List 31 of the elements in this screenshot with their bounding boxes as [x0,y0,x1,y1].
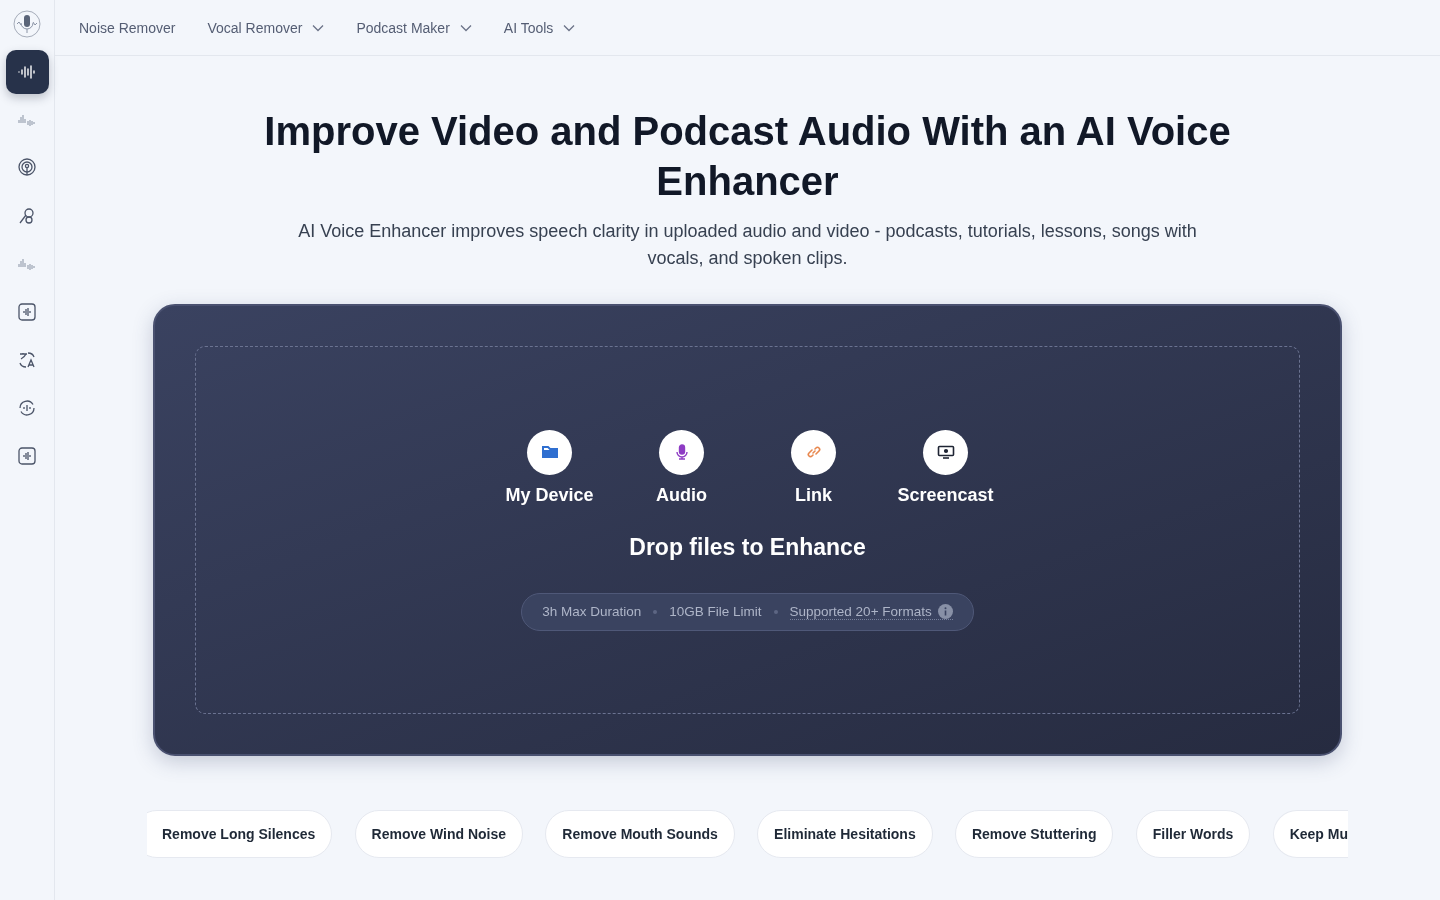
source-button[interactable]: Link [756,429,871,506]
page-title: Improve Video and Podcast Audio With an AI Voice Enhancer [263,108,1232,205]
feature-chip[interactable]: Remove Long Silences [147,810,333,858]
limit-text: Supported 20+ Formats [789,603,932,619]
drop-text: Drop files to Enhance [629,533,866,561]
info-icon[interactable] [937,603,953,619]
sidebar-item[interactable] [5,50,49,94]
logo-icon[interactable] [13,10,41,38]
podcast-icon [17,158,37,178]
source-button[interactable]: Audio [624,429,739,506]
nav-link[interactable]: Podcast Maker [356,19,472,36]
limit-text: 3h Max Duration [542,604,642,619]
nav-link[interactable]: Noise Remover [79,19,176,36]
drop-zone[interactable]: My Device Audio Link Screencast Drop files to Enhance 3h Max Duration 10GB File Limit Supported 20+ Formats [195,346,1300,714]
feature-chip[interactable]: Filler Words [1135,810,1251,858]
feature-chip[interactable]: Keep Mu [1272,810,1348,858]
nav-link[interactable]: Vocal Remover [207,19,325,36]
feature-chip[interactable]: Remove Stuttering [954,810,1114,858]
bar-chart-icon [17,257,37,271]
source-button[interactable]: Screencast [888,429,1003,506]
bar-chart-icon [17,113,37,127]
feature-chip[interactable]: Remove Mouth Sounds [545,810,735,858]
translate-icon [18,351,36,369]
sound-wave-icon [18,65,36,79]
feature-chip[interactable]: Eliminate Hesitations [757,810,933,858]
feature-chip[interactable]: Remove Wind Noise [354,810,523,858]
source-button[interactable]: My Device [492,429,607,506]
limit-text: 10GB File Limit [669,604,762,619]
refresh-wave-icon [18,399,36,417]
page-subtitle: AI Voice Enhancer improves speech clarity in uploaded audio and video - podcasts, tutorials, lessons, songs with vocals, and spoken clips. [297,220,1198,270]
nav-link[interactable]: AI Tools [503,19,576,36]
